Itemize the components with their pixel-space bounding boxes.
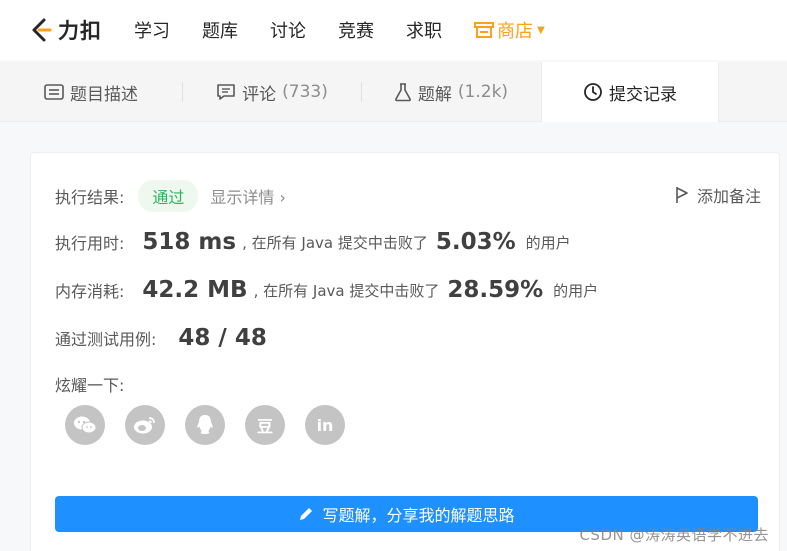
douban-icon: 豆: [256, 417, 273, 436]
tests-value: 48 / 48: [178, 325, 267, 351]
memory-label: 内存消耗:: [55, 282, 125, 301]
tab-submissions-label: 提交记录: [609, 84, 677, 105]
tab-comments[interactable]: 评论 (733): [183, 62, 361, 122]
share-wechat-button[interactable]: [65, 405, 105, 445]
tab-solutions-label: 题解: [417, 84, 452, 105]
submission-result-card: 执行结果: 通过 显示详情 › 添加备注 执行用时: 518 ms , 在所有 …: [30, 152, 780, 551]
memory-suffix: 的用户: [553, 281, 599, 300]
memory-description: , 在所有 Java 提交中击败了: [253, 281, 440, 300]
brand-name: 力扣: [58, 19, 102, 43]
share-douban-button[interactable]: 豆: [245, 405, 285, 445]
tab-submissions[interactable]: 提交记录: [541, 62, 719, 122]
description-icon: [44, 84, 64, 100]
result-label: 执行结果:: [55, 188, 125, 207]
tab-comments-label: 评论: [242, 84, 277, 105]
nav-item-discuss[interactable]: 讨论: [270, 17, 306, 43]
runtime-percentile: 5.03%: [435, 229, 516, 255]
write-solution-label: 写题解，分享我的解题思路: [322, 506, 515, 525]
runtime-suffix: 的用户: [525, 233, 571, 252]
store-icon: [474, 22, 494, 38]
pencil-icon: [298, 506, 314, 522]
show-details-link[interactable]: 显示详情 ›: [210, 184, 286, 208]
share-buttons: 豆 in: [65, 405, 365, 445]
runtime-label: 执行用时:: [55, 234, 125, 253]
linkedin-icon: in: [316, 415, 334, 435]
nav-item-jobs[interactable]: 求职: [406, 17, 442, 43]
flask-icon: [394, 82, 412, 102]
nav-item-store[interactable]: 商店 ▼: [474, 17, 545, 43]
share-label: 炫耀一下:: [55, 376, 125, 395]
status-badge: 通过: [138, 180, 199, 212]
logo[interactable]: 力扣: [28, 15, 102, 45]
result-row: 执行结果: 通过 显示详情 ›: [55, 180, 286, 212]
tab-solutions-count: (1.2k): [457, 82, 509, 102]
comment-icon: [216, 83, 236, 101]
memory-percentile: 28.59%: [447, 277, 544, 303]
flag-icon: [675, 186, 689, 204]
weibo-icon: [134, 417, 155, 434]
tab-bar: 题目描述 评论 (733) 题解 (1.2k) 提交记录: [0, 62, 787, 122]
tests-label: 通过测试用例:: [55, 330, 157, 349]
memory-row: 内存消耗: 42.2 MB , 在所有 Java 提交中击败了 28.59% 的…: [55, 277, 598, 303]
nav-item-problems[interactable]: 题库: [202, 17, 238, 43]
runtime-row: 执行用时: 518 ms , 在所有 Java 提交中击败了 5.03% 的用户: [55, 229, 571, 255]
memory-value: 42.2 MB: [142, 277, 248, 303]
nav-item-contest[interactable]: 竞赛: [338, 17, 374, 43]
watermark: CSDN @涛涛英语学不进去: [579, 526, 769, 544]
runtime-description: , 在所有 Java 提交中击败了: [242, 233, 428, 252]
wechat-icon: [74, 416, 97, 434]
share-weibo-button[interactable]: [125, 405, 165, 445]
tab-solutions[interactable]: 题解 (1.2k): [362, 62, 540, 122]
top-navigation: 力扣 学习 题库 讨论 竞赛 求职 商店 ▼: [0, 0, 787, 60]
tab-description[interactable]: 题目描述: [0, 62, 182, 122]
nav-item-learn[interactable]: 学习: [134, 17, 170, 43]
leetcode-logo-icon: [32, 18, 52, 42]
add-note-label: 添加备注: [696, 187, 761, 206]
tests-row: 通过测试用例: 48 / 48: [55, 325, 267, 351]
tab-description-label: 题目描述: [70, 84, 138, 105]
share-label-row: 炫耀一下:: [55, 372, 124, 396]
add-note-button[interactable]: 添加备注: [675, 183, 761, 207]
clock-icon: [583, 82, 603, 102]
runtime-value: 518 ms: [142, 229, 237, 255]
share-qq-button[interactable]: [185, 405, 225, 445]
share-linkedin-button[interactable]: in: [305, 405, 345, 445]
qq-icon: [197, 415, 213, 434]
chevron-down-icon: ▼: [537, 24, 545, 36]
tab-comments-count: (733): [282, 82, 328, 102]
store-label: 商店: [497, 21, 533, 42]
